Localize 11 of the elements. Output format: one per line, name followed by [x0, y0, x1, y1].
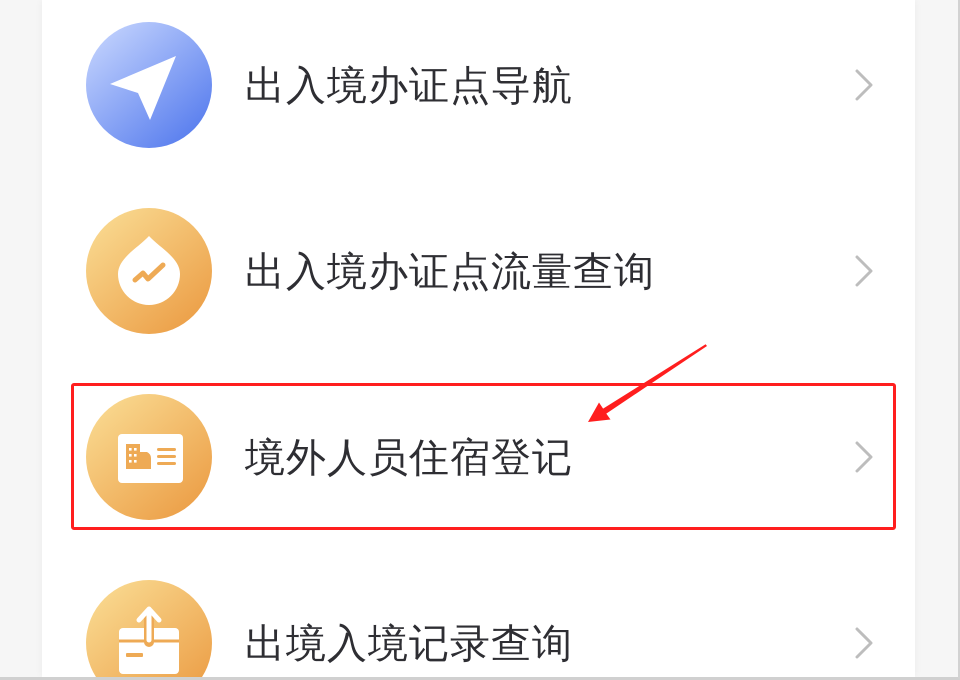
chevron-right-icon	[855, 441, 873, 473]
building-card-icon	[86, 394, 212, 520]
chevron-right-icon	[855, 69, 873, 101]
paper-plane-icon	[86, 22, 212, 148]
menu-item-label[interactable]: 境外人员住宿登记	[245, 430, 822, 484]
chevron-right-icon	[855, 255, 873, 287]
menu-item-label[interactable]: 出境入境记录查询	[245, 616, 822, 670]
menu-item-label[interactable]: 出入境办证点导航	[245, 58, 822, 112]
menu-item-label[interactable]: 出入境办证点流量查询	[245, 244, 822, 298]
chevron-right-icon	[855, 627, 873, 659]
trend-drop-icon	[86, 208, 212, 334]
